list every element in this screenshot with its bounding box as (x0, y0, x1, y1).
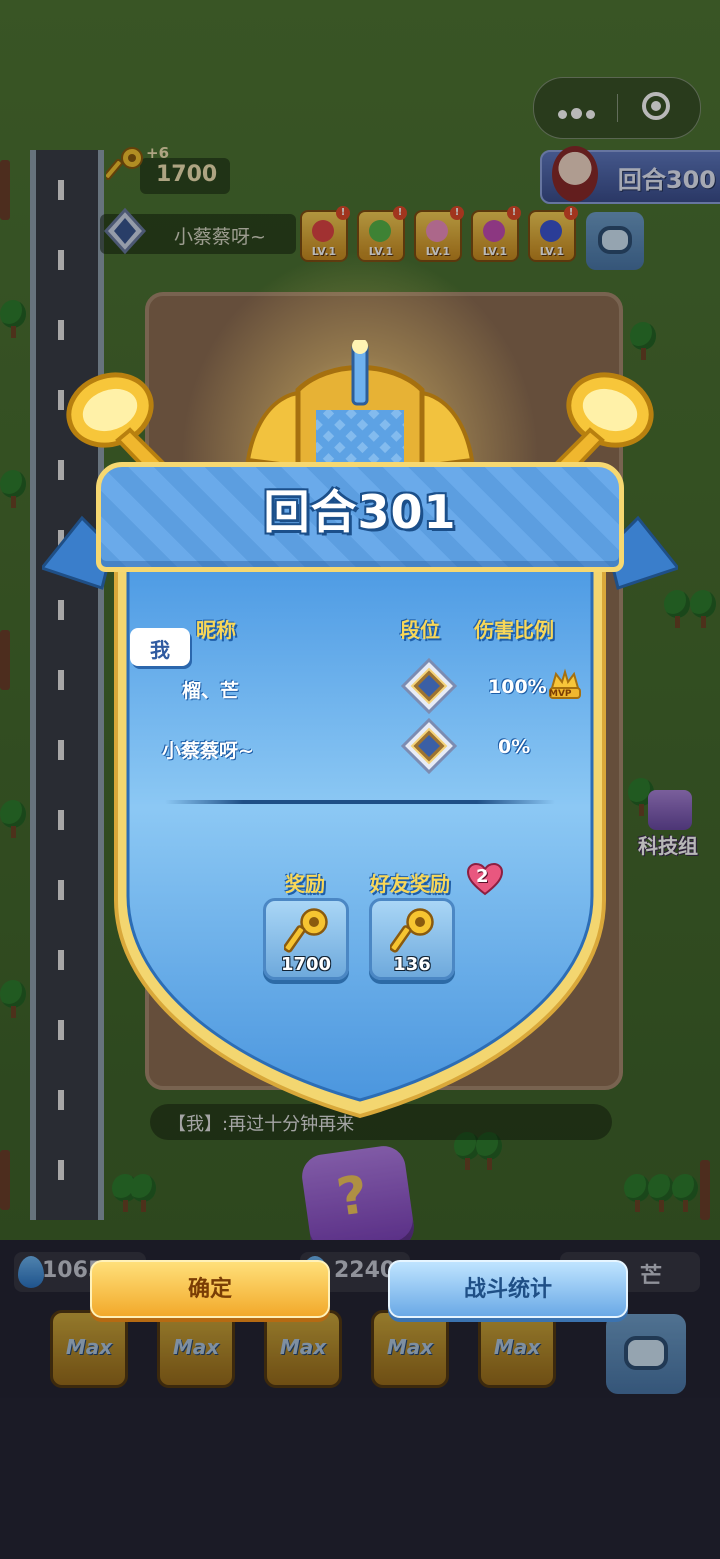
rank-badge-icon (400, 657, 458, 715)
header-damage: 伤害比例 (474, 618, 554, 642)
friend-reward-value: 136 (393, 954, 431, 975)
friend-count: 2 (476, 866, 489, 887)
row2-name: 小蔡蔡呀~ (162, 740, 254, 762)
rank-badge-icon (400, 717, 458, 775)
reward-key-box: 1700 (263, 898, 349, 980)
confirm-button[interactable]: 确定 (90, 1260, 330, 1318)
divider-line (165, 800, 555, 804)
row1-damage: 100% (488, 676, 547, 698)
me-tag-label: 我 (150, 638, 170, 662)
battle-stats-button[interactable]: 战斗统计 (388, 1260, 628, 1318)
me-tag: 我 (130, 628, 190, 666)
reward-label: 奖励 (285, 872, 325, 896)
key-icon (284, 908, 328, 953)
modal-title: 回合301 (263, 485, 457, 539)
mvp-label: MVP (549, 689, 572, 699)
row2-damage: 0% (498, 736, 531, 758)
friend-reward-key-box: 136 (369, 898, 455, 980)
row1-name: 榴、芒 (182, 680, 240, 702)
header-rank: 段位 (400, 618, 440, 642)
header-name: 昵称 (196, 618, 236, 642)
friend-reward-label: 好友奖励 (370, 872, 450, 896)
reward-value: 1700 (280, 954, 332, 975)
key-icon (390, 908, 434, 953)
